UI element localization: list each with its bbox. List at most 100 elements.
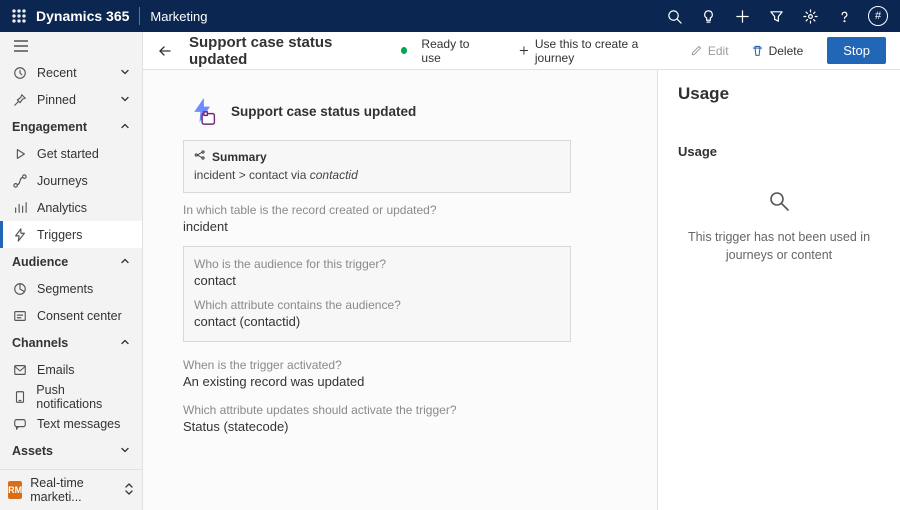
question-table: In which table is the record created or … (183, 203, 657, 217)
bolt-icon (12, 228, 28, 242)
sidebar-item-consent[interactable]: Consent center (0, 302, 142, 329)
cmd-label: Delete (769, 44, 804, 58)
sidebar-item-pinned[interactable]: Pinned (0, 86, 142, 113)
text-icon (12, 417, 28, 431)
chevron-down-icon (120, 93, 130, 107)
account-avatar[interactable]: # (862, 0, 894, 32)
sidebar-section-label: Engagement (12, 120, 87, 134)
trigger-title: Support case status updated (231, 104, 416, 119)
answer-when: An existing record was updated (183, 374, 657, 389)
summary-path: incident > contact via contactid (194, 168, 560, 182)
answer-audience: contact (194, 273, 560, 288)
push-icon (12, 390, 27, 404)
sidebar-item-label: Triggers (37, 228, 82, 242)
sidebar-item-label: Journeys (37, 174, 88, 188)
lightbulb-icon[interactable] (692, 0, 724, 32)
plus-icon[interactable] (726, 0, 758, 32)
sidebar-item-triggers[interactable]: Triggers (0, 221, 142, 248)
filter-icon[interactable] (760, 0, 792, 32)
use-in-journey-button[interactable]: Use this to create a journey (514, 37, 672, 65)
consent-icon (12, 309, 28, 323)
clock-icon (12, 66, 28, 80)
cmd-label: Edit (708, 44, 729, 58)
search-icon[interactable] (658, 0, 690, 32)
sidebar-item-label: Recent (37, 66, 77, 80)
sidebar-item-label: Pinned (37, 93, 76, 107)
sidebar-section-label: Channels (12, 336, 68, 350)
summary-box: Summary incident > contact via contactid (183, 140, 571, 193)
page-title: Support case status updated (189, 34, 377, 68)
chevron-up-icon (120, 336, 130, 350)
area-swatch: RM (8, 481, 22, 499)
main-column: Support case status updated Summary inci… (143, 70, 657, 510)
usage-subheading: Usage (678, 144, 880, 159)
mail-icon (12, 363, 28, 377)
sidebar-item-recent[interactable]: Recent (0, 59, 142, 86)
usage-empty-message: This trigger has not been used in journe… (678, 229, 880, 264)
status-dot-icon (401, 47, 407, 54)
nav-separator (139, 7, 140, 25)
brand-name: Dynamics 365 (36, 8, 129, 24)
content-area: Support case status updated Summary inci… (143, 70, 900, 510)
sidebar-section-channels[interactable]: Channels (0, 329, 142, 356)
status-text: Ready to use (421, 37, 486, 65)
sidebar-item-label: Consent center (37, 309, 122, 323)
sidebar-item-label: Analytics (37, 201, 87, 215)
sidebar-item-text[interactable]: Text messages (0, 410, 142, 437)
app-launcher-icon[interactable] (12, 9, 26, 23)
app-area-name[interactable]: Marketing (150, 9, 207, 24)
back-arrow-icon[interactable] (157, 43, 173, 59)
answer-attribute: contact (contactid) (194, 314, 560, 329)
sidebar-item-label: Segments (37, 282, 93, 296)
question-audience: Who is the audience for this trigger? (194, 257, 560, 271)
sidebar-item-emails[interactable]: Emails (0, 356, 142, 383)
answer-which-attr: Status (statecode) (183, 419, 657, 434)
cmd-label: Use this to create a journey (535, 37, 668, 65)
edit-button[interactable]: Edit (686, 44, 733, 58)
chevron-up-icon (120, 255, 130, 269)
stop-button[interactable]: Stop (827, 37, 886, 64)
sidebar-item-push[interactable]: Push notifications (0, 383, 142, 410)
sidebar-item-get-started[interactable]: Get started (0, 140, 142, 167)
sidebar-item-analytics[interactable]: Analytics (0, 194, 142, 221)
empty-search-icon (678, 189, 880, 213)
chevron-up-icon (120, 120, 130, 134)
question-which-attr: Which attribute updates should activate … (183, 403, 657, 417)
sidebar-section-audience[interactable]: Audience (0, 248, 142, 275)
sidebar-item-label: Emails (37, 363, 75, 377)
sidebar-item-label: Push notifications (36, 383, 130, 411)
chevron-down-icon (120, 66, 130, 80)
sidebar-section-label: Audience (12, 255, 68, 269)
play-icon (12, 147, 28, 161)
usage-panel-title: Usage (678, 84, 880, 104)
sidebar-section-engagement[interactable]: Engagement (0, 113, 142, 140)
sidebar-item-label: Get started (37, 147, 99, 161)
area-switcher[interactable]: RM Real-time marketi... (0, 469, 142, 510)
audience-box: Who is the audience for this trigger? co… (183, 246, 571, 342)
question-attribute: Which attribute contains the audience? (194, 298, 560, 312)
delete-button[interactable]: Delete (747, 44, 808, 58)
command-bar: Support case status updated Ready to use… (143, 32, 900, 70)
hamburger-icon[interactable] (0, 32, 142, 59)
help-icon[interactable] (828, 0, 860, 32)
summary-heading: Summary (212, 150, 267, 164)
area-switcher-label: Real-time marketi... (30, 476, 116, 504)
journey-icon (12, 174, 28, 188)
flow-icon (194, 149, 206, 164)
gear-icon[interactable] (794, 0, 826, 32)
avatar-circle: # (868, 6, 888, 26)
analytics-icon (12, 201, 28, 215)
global-nav-bar: Dynamics 365 Marketing # (0, 0, 900, 32)
chevron-down-icon (120, 444, 130, 458)
trigger-bolt-icon (189, 96, 217, 126)
sidebar-item-journeys[interactable]: Journeys (0, 167, 142, 194)
segments-icon (12, 282, 28, 296)
sidebar-item-segments[interactable]: Segments (0, 275, 142, 302)
answer-table: incident (183, 219, 657, 234)
sidebar-item-label: Text messages (37, 417, 120, 431)
updown-chevron-icon (124, 483, 134, 498)
left-nav: Recent Pinned Engagement Get started Jou… (0, 32, 143, 510)
pin-icon (12, 93, 28, 107)
sidebar-section-assets[interactable]: Assets (0, 437, 142, 464)
usage-panel: Usage Usage This trigger has not been us… (657, 70, 900, 510)
